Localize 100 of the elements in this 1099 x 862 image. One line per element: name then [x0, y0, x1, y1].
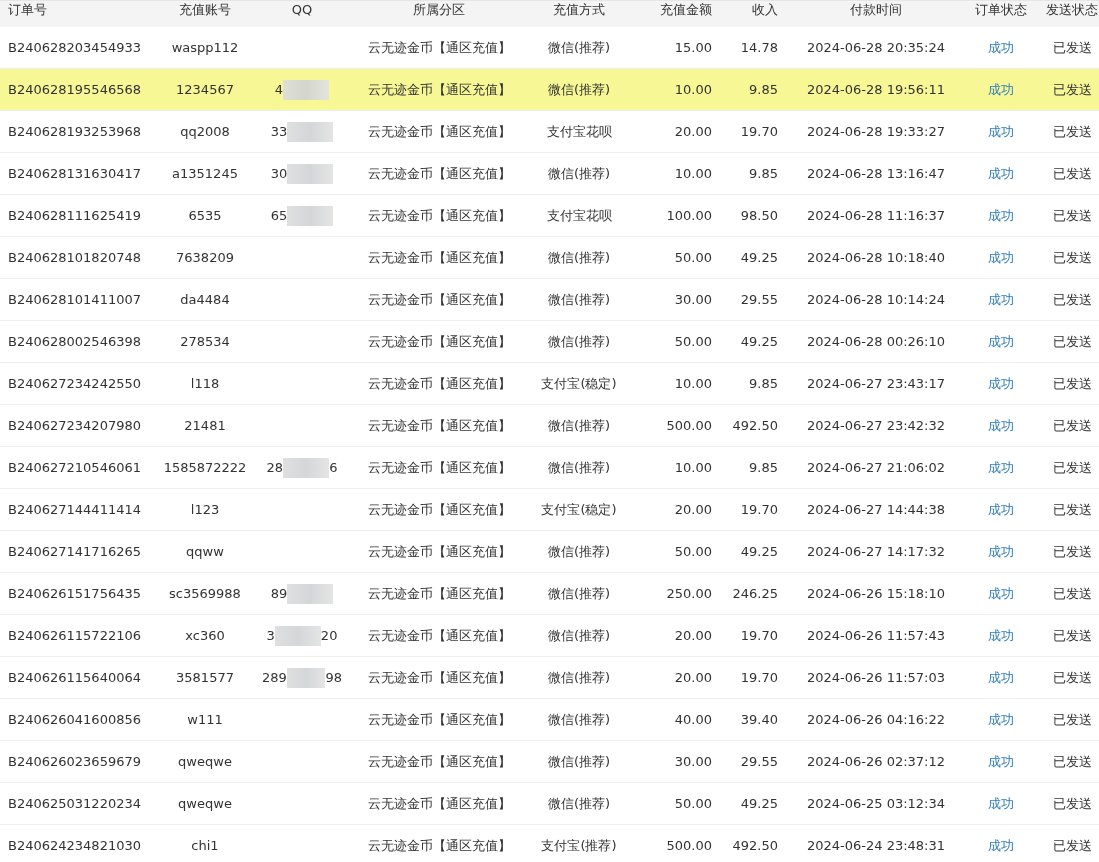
status-link[interactable]: 成功: [988, 795, 1014, 811]
table-row[interactable]: B240628111625419 6535 65 云无迹金币【通区充值】 支付宝花呗 100.00 98.50 2024-06-28 11:16:37 成功 已发送: [0, 194, 1099, 237]
status-link[interactable]: 成功: [988, 837, 1014, 853]
status-link[interactable]: 成功: [988, 123, 1014, 139]
table-cell: 已发送: [1052, 669, 1092, 685]
table-cell: 3581577: [176, 670, 234, 685]
table-cell: 已发送: [1052, 711, 1092, 727]
table-cell: w111: [187, 712, 223, 727]
qq-fragment: 4: [274, 82, 284, 97]
status-link[interactable]: 成功: [988, 165, 1014, 181]
table-cell: 微信(推荐): [547, 249, 611, 265]
table-row[interactable]: B240628101820748 7638209 云无迹金币【通区充值】 微信(推荐) 50.00 49.25 2024-06-28 10:18:40 成功 已发送: [0, 236, 1099, 279]
table-cell: 2024-06-24 23:48:31: [806, 838, 946, 853]
table-cell: 2024-06-28 13:16:47: [806, 166, 946, 181]
table-cell: 微信(推荐): [547, 81, 611, 97]
table-cell: 29.55: [740, 292, 778, 307]
table-row[interactable]: B240628193253968 qq2008 33 云无迹金币【通区充值】 支付宝花呗 20.00 19.70 2024-06-28 19:33:27 成功 已发送: [0, 110, 1099, 153]
table-row[interactable]: B240628002546398 278534 云无迹金币【通区充值】 微信(推荐) 50.00 49.25 2024-06-28 00:26:10 成功 已发送: [0, 320, 1099, 363]
status-link[interactable]: 成功: [988, 627, 1014, 643]
status-link[interactable]: 成功: [988, 249, 1014, 265]
column-header: 所属分区: [348, 0, 530, 27]
status-link[interactable]: 成功: [988, 333, 1014, 349]
table-cell: 50.00: [674, 250, 712, 265]
table-row[interactable]: B240627210546061 1585872222 28 6 云无迹金币【通区充值】 微信(推荐) 10.00 9.85 2024-06-27 21:06:02 成功 已发送: [0, 446, 1099, 489]
table-cell: 云无迹金币【通区充值】: [367, 123, 511, 139]
table-cell: 云无迹金币【通区充值】: [367, 711, 511, 727]
table-cell: 已发送: [1052, 837, 1092, 853]
table-cell: 2024-06-28 19:56:11: [806, 82, 946, 97]
qq-fragment: 33: [270, 124, 288, 139]
table-cell: 7638209: [176, 250, 234, 265]
table-cell: B240627144411414: [8, 502, 141, 517]
table-cell: 微信(推荐): [547, 627, 611, 643]
table-cell: 2024-06-28 11:16:37: [806, 208, 946, 223]
table-row[interactable]: B240626115640064 3581577 289 98 云无迹金币【通区充值】 微信(推荐) 20.00 19.70 2024-06-26 11:57:03 成功 已发送: [0, 656, 1099, 699]
table-cell: B240628002546398: [8, 334, 141, 349]
table-cell: 云无迹金币【通区充值】: [367, 375, 511, 391]
table-cell: qweqwe: [178, 754, 232, 769]
table-cell: B240627234242550: [8, 376, 141, 391]
qq-fragment: 289: [262, 670, 287, 685]
table-cell: B240627234207980: [8, 418, 141, 433]
status-link[interactable]: 成功: [988, 291, 1014, 307]
status-link[interactable]: 成功: [988, 39, 1014, 55]
table-cell: 已发送: [1052, 627, 1092, 643]
status-link[interactable]: 成功: [988, 375, 1014, 391]
status-link[interactable]: 成功: [988, 585, 1014, 601]
table-cell: 10.00: [674, 460, 712, 475]
table-cell: 微信(推荐): [547, 753, 611, 769]
table-row[interactable]: B240626151756435 sc3569988 89 云无迹金币【通区充值】 微信(推荐) 250.00 246.25 2024-06-26 15:18:10 成功 已发送: [0, 572, 1099, 615]
highlighted-row[interactable]: B240628195546568 1234567 4 云无迹金币【通区充值】 微信(推荐) 10.00 9.85 2024-06-28 19:56:11 成功 已发送: [0, 68, 1099, 111]
table-row[interactable]: B240626115722106 xc360 3 20 云无迹金币【通区充值】 微信(推荐) 20.00 19.70 2024-06-26 11:57:43 成功 已发送: [0, 614, 1099, 657]
table-cell: 2024-06-27 14:17:32: [806, 544, 946, 559]
status-link[interactable]: 成功: [988, 459, 1014, 475]
table-cell: 云无迹金币【通区充值】: [367, 795, 511, 811]
table-cell: 49.25: [740, 796, 778, 811]
table-row[interactable]: B240624234821030 chi1 云无迹金币【通区充值】 支付宝(推荐) 500.00 492.50 2024-06-24 23:48:31 成功 已发送: [0, 824, 1099, 862]
table-row[interactable]: B240628101411007 da4484 云无迹金币【通区充值】 微信(推荐) 30.00 29.55 2024-06-28 10:14:24 成功 已发送: [0, 278, 1099, 321]
status-link[interactable]: 成功: [988, 81, 1014, 97]
table-row[interactable]: B240627234242550 l118 云无迹金币【通区充值】 支付宝(稳定) 10.00 9.85 2024-06-27 23:43:17 成功 已发送: [0, 362, 1099, 405]
table-cell: B240626041600856: [8, 712, 141, 727]
column-header: 订单状态: [968, 0, 1034, 27]
table-cell: B240628193253968: [8, 124, 141, 139]
table-row[interactable]: B240626023659679 qweqwe 云无迹金币【通区充值】 微信(推荐) 30.00 29.55 2024-06-26 02:37:12 成功 已发送: [0, 740, 1099, 783]
table-cell: l118: [190, 376, 220, 391]
table-cell: 2024-06-28 00:26:10: [806, 334, 946, 349]
table-cell: B240624234821030: [8, 838, 141, 853]
table-cell: 支付宝花呗: [546, 207, 612, 223]
table-cell: 20.00: [674, 670, 712, 685]
table-cell: 50.00: [674, 796, 712, 811]
table-row[interactable]: B240628203454933 waspp112 云无迹金币【通区充值】 微信(推荐) 15.00 14.78 2024-06-28 20:35:24 成功 已发送: [0, 27, 1099, 69]
table-cell: 云无迹金币【通区充值】: [367, 291, 511, 307]
table-cell: 已发送: [1052, 333, 1092, 349]
status-link[interactable]: 成功: [988, 207, 1014, 223]
qq-fragment: 65: [270, 208, 288, 223]
table-cell: 云无迹金币【通区充值】: [367, 627, 511, 643]
status-link[interactable]: 成功: [988, 753, 1014, 769]
table-cell: 微信(推荐): [547, 669, 611, 685]
table-cell: 已发送: [1052, 375, 1092, 391]
table-cell: 29.55: [740, 754, 778, 769]
status-link[interactable]: 成功: [988, 543, 1014, 559]
table-cell: 9.85: [749, 460, 778, 475]
table-row[interactable]: B240625031220234 qweqwe 云无迹金币【通区充值】 微信(推荐) 50.00 49.25 2024-06-25 03:12:34 成功 已发送: [0, 782, 1099, 825]
table-cell: 支付宝花呗: [546, 123, 612, 139]
status-link[interactable]: 成功: [988, 669, 1014, 685]
table-row[interactable]: B240626041600856 w111 云无迹金币【通区充值】 微信(推荐) 40.00 39.40 2024-06-26 04:16:22 成功 已发送: [0, 698, 1099, 741]
status-link[interactable]: 成功: [988, 501, 1014, 517]
table-cell: 2024-06-28 10:14:24: [806, 292, 946, 307]
status-link[interactable]: 成功: [988, 417, 1014, 433]
table-row[interactable]: B240628131630417 a1351245 30 云无迹金币【通区充值】 微信(推荐) 10.00 9.85 2024-06-28 13:16:47 成功 已发送: [0, 152, 1099, 195]
table-cell: 19.70: [740, 502, 778, 517]
table-cell: 1585872222: [163, 460, 247, 475]
table-row[interactable]: B240627141716265 qqww 云无迹金币【通区充值】 微信(推荐) 50.00 49.25 2024-06-27 14:17:32 成功 已发送: [0, 530, 1099, 573]
table-cell: 云无迹金币【通区充值】: [367, 207, 511, 223]
table-cell: B240626115722106: [8, 628, 141, 643]
table-cell: 14.78: [740, 40, 778, 55]
table-row[interactable]: B240627234207980 21481 云无迹金币【通区充值】 微信(推荐) 500.00 492.50 2024-06-27 23:42:32 成功 已发送: [0, 404, 1099, 447]
table-row[interactable]: B240627144411414 l123 云无迹金币【通区充值】 支付宝(稳定) 20.00 19.70 2024-06-27 14:44:38 成功 已发送: [0, 488, 1099, 531]
status-link[interactable]: 成功: [988, 711, 1014, 727]
table-cell: 2024-06-27 23:42:32: [806, 418, 946, 433]
table-cell: 2024-06-25 03:12:34: [806, 796, 946, 811]
table-cell: 云无迹金币【通区充值】: [367, 669, 511, 685]
